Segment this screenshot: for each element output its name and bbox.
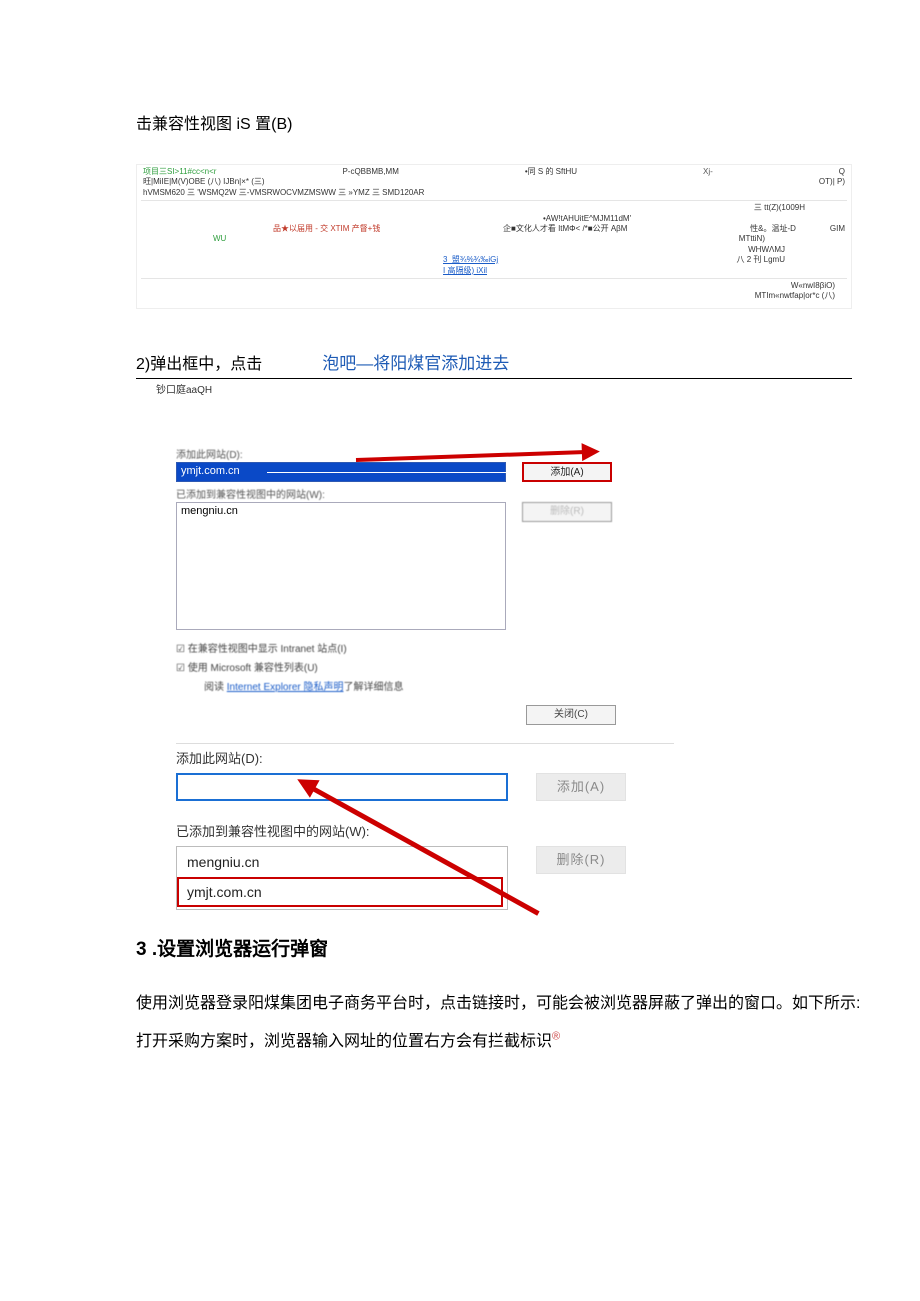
frag-text: GIM	[828, 224, 847, 234]
frag-text: WHWΛMJ	[746, 245, 787, 255]
frag-link[interactable]: I 高隔级) iXil	[441, 266, 489, 276]
step2-highlight: 泡吧—将阳煤官添加进去	[322, 349, 509, 374]
learn-post: 了解详细信息	[344, 682, 404, 693]
frag-text: 性&。温址-D	[748, 224, 798, 234]
section3-paragraph: 使用浏览器登录阳煤集团电子商务平台时，点击链接时，可能会被浏览器屏蔽了弹出的窗口…	[136, 985, 880, 1023]
frag-text: P-cQBBMB,MM	[340, 167, 400, 177]
step2-text: 2)弹出框中，点击	[136, 350, 262, 374]
delete-button[interactable]: 删除(R)	[536, 846, 626, 874]
frag-text: •同 S 的 SftHU	[523, 167, 579, 177]
frag-link[interactable]: 3_盟¾%¾‰iGj	[441, 255, 500, 265]
frag-text: 八 2 刊 LgmU	[735, 255, 787, 265]
list-item-highlighted[interactable]: ymjt.com.cn	[177, 877, 503, 907]
ie-privacy-link[interactable]: Internet Explorer 隐私声明	[227, 682, 344, 693]
frag-text: MTIm«nwtfap|or*c (八)	[753, 291, 837, 301]
frag-text: OT)| P)	[817, 177, 847, 187]
add-site-label: 添加此网站(D):	[176, 743, 674, 767]
added-list-label: 已添加到兼容性视图中的网站(W):	[176, 486, 676, 501]
site-listbox[interactable]: mengniu.cn ymjt.com.cn	[176, 846, 508, 910]
learn-pre: 阅读	[204, 682, 227, 693]
list-item[interactable]: mengniu.cn	[177, 847, 507, 877]
ms-list-checkbox[interactable]: ☑ 使用 Microsoft 兼容性列表(U)	[176, 657, 676, 676]
section3-title: 3 .设置浏览器运行弹窗	[136, 934, 880, 961]
frag-text: Q	[837, 167, 847, 177]
frag-text: WU	[211, 234, 228, 244]
list-item[interactable]: mengniu.cn	[181, 505, 501, 517]
frag-text: Xj-	[701, 167, 715, 177]
compat-dialog-1: 添加此网站(D): ymjt.com.cn 添加(A) 已添加到兼容性视图中的网…	[176, 446, 676, 725]
add-button[interactable]: 添加(A)	[522, 462, 612, 482]
popup-block-icon: ®	[552, 1031, 560, 1043]
heading-compat-view: 击兼容性视图 iS 置(B)	[136, 110, 880, 134]
added-list-label: 已添加到兼容性视图中的网站(W):	[176, 817, 674, 840]
add-site-input[interactable]: ymjt.com.cn	[176, 462, 506, 482]
add-site-input[interactable]	[176, 773, 508, 801]
add-button[interactable]: 添加(A)	[536, 773, 626, 801]
step2-row: 2)弹出框中，点击 泡吧—将阳煤官添加进去	[136, 349, 852, 379]
step2-sub: 钞口庭aaQH	[156, 381, 880, 396]
frag-text: 企■文化人才看 ItMΦ< /*■公开 AβM	[501, 224, 629, 234]
section3-paragraph-2: 打开采购方案时，浏览器输入网址的位置右方会有拦截标识®	[136, 1023, 880, 1061]
delete-button[interactable]: 删除(R)	[522, 502, 612, 522]
frag-text: 旺|MiIE|M(V)OBE (八) IJBn|×* (三)	[141, 177, 267, 187]
browser-screenshot-fragment: 项目三SI>11#cc<n<r P-cQBBMB,MM •同 S 的 SftHU…	[136, 164, 852, 309]
frag-text: 三 tt(Z)(1009H	[752, 203, 807, 213]
frag-text: 品★以届用 - 交 XTIM 产督+钱	[271, 224, 382, 234]
frag-text: 项目三SI>11#cc<n<r	[141, 167, 218, 177]
close-button[interactable]: 关闭(C)	[526, 705, 616, 725]
frag-text: hVMSM620 三 'WSMQ2W 三-VMSRWOCVMZMSWW 三 »Y…	[141, 188, 426, 198]
learn-row: 阅读 Internet Explorer 隐私声明了解详细信息	[176, 676, 676, 695]
intranet-checkbox[interactable]: ☑ 在兼容性视图中显示 Intranet 站点(I)	[176, 638, 676, 657]
site-listbox[interactable]: mengniu.cn	[176, 502, 506, 630]
frag-text: W«nwI8βiO)	[789, 281, 837, 291]
frag-text: •AW!tAHUitE^MJM11dM'	[541, 214, 633, 224]
frag-text: MTttiN)	[737, 234, 767, 244]
compat-dialog-2: 添加此网站(D): 添加(A) 已添加到兼容性视图中的网站(W): mengni…	[176, 743, 674, 910]
p2-text: 打开采购方案时，浏览器输入网址的位置右方会有拦截标识	[136, 1033, 552, 1050]
